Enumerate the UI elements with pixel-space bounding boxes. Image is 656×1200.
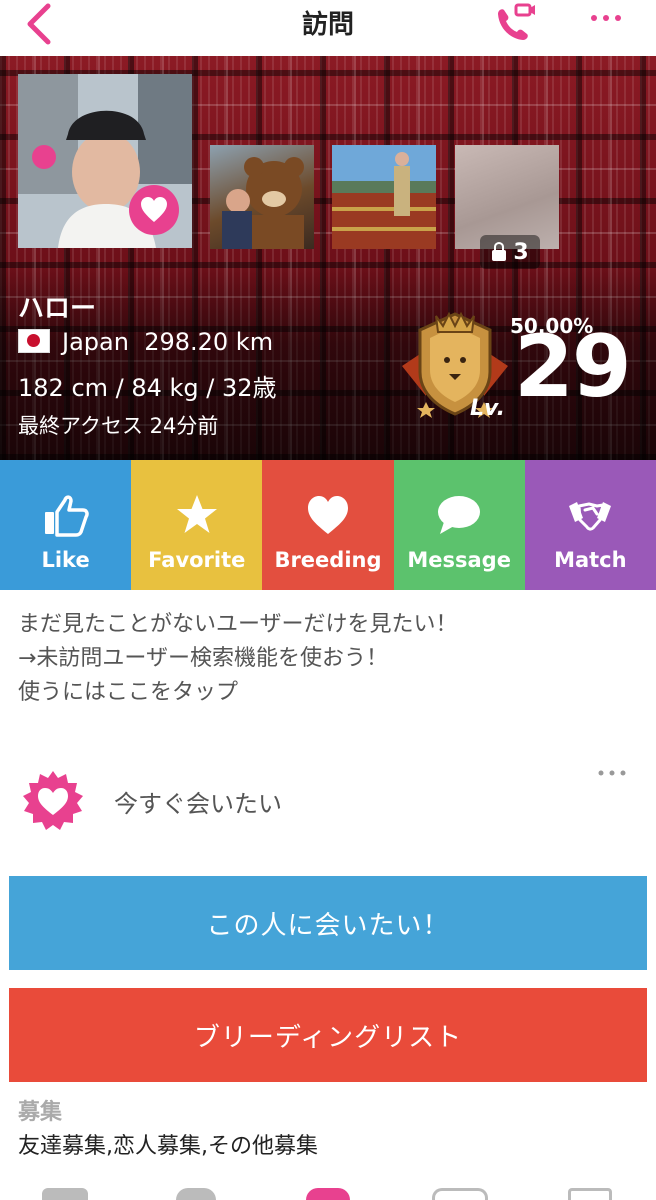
- nav-bar: 訪問: [0, 0, 656, 56]
- promo-line: 使うにはここをタップ: [18, 680, 239, 705]
- locked-photos-count: 3: [513, 239, 529, 265]
- chat-bubble-icon: [438, 496, 481, 534]
- unvisited-search-promo[interactable]: まだ見たことがないユーザーだけを見たい！ →未訪問ユーザー検索機能を使おう！ 使…: [18, 608, 458, 710]
- location-row: Japan 298.20 km: [18, 328, 273, 356]
- video-call-icon: [498, 3, 535, 41]
- breeding-button[interactable]: Breeding: [262, 460, 394, 590]
- level-prefix: Lv.: [470, 396, 505, 421]
- favorite-label: Favorite: [148, 548, 246, 572]
- body-stats: 182 cm / 84 kg / 32歳: [18, 374, 277, 402]
- message-button[interactable]: Message: [393, 460, 525, 590]
- recruit-value: 友達募集,恋人募集,その他募集: [18, 1134, 318, 1159]
- profile-header: 3 ハロー Japan 298.20 km 182 cm / 84 kg / 3…: [0, 56, 656, 460]
- like-button[interactable]: Like: [0, 460, 132, 590]
- locked-photo-thumbnail[interactable]: [455, 145, 559, 249]
- breeding-list-button[interactable]: ブリーディングリスト: [9, 988, 647, 1082]
- handshake-icon: [569, 502, 612, 531]
- more-horizontal-icon: [598, 770, 626, 776]
- last-access: 最終アクセス 24分前: [18, 414, 219, 438]
- promo-line: →未訪問ユーザー検索機能を使おう！: [18, 646, 388, 671]
- more-horizontal-icon: [591, 15, 621, 21]
- tab-mypage-icon[interactable]: [568, 1188, 612, 1200]
- japan-flag-icon: [18, 329, 50, 353]
- profile-name: ハロー: [18, 294, 97, 324]
- want-to-meet-button[interactable]: この人に会いたい！: [9, 876, 647, 970]
- bottom-tab-bar: [0, 1186, 656, 1200]
- tab-messages-icon[interactable]: [432, 1188, 488, 1200]
- breeding-label: Breeding: [274, 548, 382, 572]
- online-status-dot: [32, 145, 56, 169]
- level-number: 29: [514, 317, 632, 417]
- favorite-button[interactable]: Favorite: [131, 460, 263, 590]
- like-label: Like: [41, 548, 90, 572]
- tab-home-icon[interactable]: [42, 1188, 88, 1200]
- photo-bear-icon: [222, 157, 304, 249]
- distance: 298.20 km: [144, 328, 274, 356]
- heart-badge-icon: [129, 185, 179, 235]
- tab-likes-icon[interactable]: [176, 1188, 216, 1200]
- promo-line: まだ見たことがないユーザーだけを見たい！: [18, 612, 458, 637]
- action-bar: Like Favorite Breeding Message Match: [0, 460, 656, 590]
- profile-photo-thumbnail[interactable]: [210, 145, 314, 249]
- lock-icon: [492, 242, 507, 261]
- recruit-heading: 募集: [18, 1100, 63, 1125]
- country: Japan: [62, 328, 129, 356]
- message-label: Message: [407, 548, 511, 572]
- photo-like-button[interactable]: [128, 184, 180, 236]
- more-button[interactable]: [588, 8, 624, 28]
- heart-badge-icon: [23, 771, 83, 830]
- video-call-button[interactable]: [492, 2, 536, 42]
- status-more-button[interactable]: [596, 764, 628, 776]
- heart-icon: [307, 496, 348, 534]
- locked-photos-badge: 3: [480, 235, 540, 269]
- page-title: 訪問: [301, 10, 354, 40]
- status-message: 今すぐ会いたい: [114, 790, 282, 818]
- photo-travel-icon: [332, 145, 436, 249]
- match-button[interactable]: Match: [524, 460, 656, 590]
- thumbs-up-icon: [44, 495, 89, 537]
- profile-photo-thumbnail[interactable]: [332, 145, 436, 249]
- tab-search-icon[interactable]: [306, 1188, 350, 1200]
- match-label: Match: [554, 548, 627, 572]
- star-icon: [176, 495, 217, 533]
